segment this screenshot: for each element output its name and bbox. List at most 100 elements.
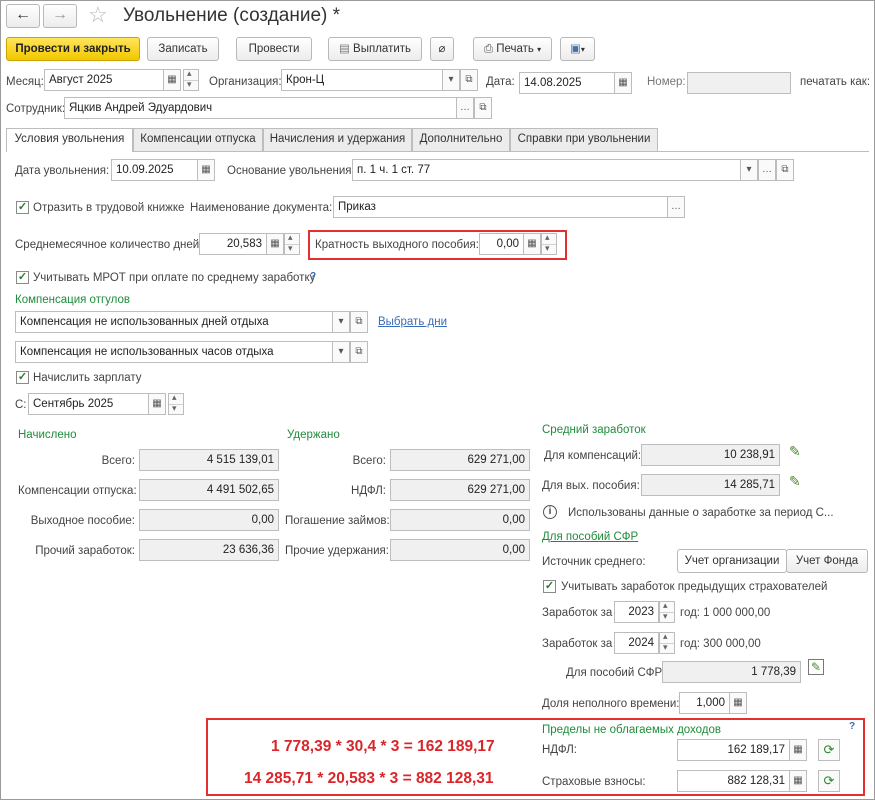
tab-dismissal-conditions[interactable]: Условия увольнения xyxy=(6,128,133,152)
sfr-benefits-link[interactable]: Для пособий СФР xyxy=(542,531,638,543)
edit-pencil-icon[interactable]: ✎ xyxy=(789,443,801,460)
year1-stepper[interactable] xyxy=(659,600,675,623)
tab-bar-divider xyxy=(6,151,869,152)
calculator-icon[interactable]: ▦ xyxy=(266,233,284,255)
month-stepper[interactable] xyxy=(183,68,199,91)
chevron-down-icon[interactable]: ▾ xyxy=(332,341,350,363)
chevron-down-icon: ▾ xyxy=(537,45,542,54)
attachment-icon[interactable]: ⌀ xyxy=(430,37,454,61)
edit-pencil-icon[interactable]: ✎ xyxy=(789,473,801,490)
accrued-severance-label: Выходное пособие: xyxy=(30,515,135,527)
month-field[interactable]: Август 2025 xyxy=(44,69,164,91)
tab-additional[interactable]: Дополнительно xyxy=(412,128,510,151)
year2-stepper[interactable] xyxy=(659,631,675,654)
avg-days-label: Среднемесячное количество дней: xyxy=(15,239,203,251)
post-and-close-button[interactable]: Провести и закрыть xyxy=(6,37,140,61)
accrued-severance-field: 0,00 xyxy=(139,509,279,531)
document-icon: ▤ xyxy=(338,43,350,55)
parttime-field[interactable]: 1,000 xyxy=(679,692,730,714)
open-icon[interactable]: ⧉ xyxy=(350,311,368,333)
ndfl-limit-field[interactable]: 162 189,17 xyxy=(677,739,790,761)
workbook-checkbox[interactable]: ✓ xyxy=(16,201,29,214)
earnings-for-label: Заработок за xyxy=(542,638,613,650)
tab-accruals-deductions[interactable]: Начисления и удержания xyxy=(263,128,412,151)
choose-days-link[interactable]: Выбрать дни xyxy=(378,316,447,328)
withheld-ndfl-label: НДФЛ: xyxy=(351,485,386,497)
info-icon: i xyxy=(543,505,557,519)
chevron-down-icon[interactable]: ▾ xyxy=(332,311,350,333)
accrued-vacation-field: 4 491 502,65 xyxy=(139,479,279,501)
info-text[interactable]: Использованы данные о заработке за перио… xyxy=(568,506,834,520)
calendar-icon[interactable]: ▦ xyxy=(163,69,181,91)
calculator-icon[interactable]: ▦ xyxy=(789,770,807,792)
insurance-limit-field[interactable]: 882 128,31 xyxy=(677,770,790,792)
chevron-down-icon[interactable]: ▾ xyxy=(740,159,758,181)
accrued-other-label: Прочий заработок: xyxy=(35,545,135,557)
from-month-field[interactable]: Сентябрь 2025 xyxy=(28,393,149,415)
print-button[interactable]: ⎙ Печать ▾ xyxy=(473,37,552,61)
accrue-salary-checkbox[interactable]: ✓ xyxy=(16,371,29,384)
open-icon[interactable]: ⧉ xyxy=(776,159,794,181)
open-icon[interactable]: ⧉ xyxy=(350,341,368,363)
multiplicity-stepper[interactable] xyxy=(541,232,557,255)
tab-certificates[interactable]: Справки при увольнении xyxy=(510,128,658,151)
post-button[interactable]: Провести xyxy=(236,37,312,61)
help-icon[interactable]: ? xyxy=(849,720,855,734)
open-icon[interactable]: ⧉ xyxy=(460,69,478,91)
doc-name-field[interactable]: Приказ xyxy=(333,196,668,218)
refresh-icon[interactable]: ⟳ xyxy=(818,770,840,792)
dismissal-date-field[interactable]: 10.09.2025 xyxy=(111,159,198,181)
for-severance-field: 14 285,71 xyxy=(641,474,780,496)
favorite-star-icon[interactable]: ☆ xyxy=(88,2,108,28)
limits-title: Пределы не облагаемых доходов xyxy=(542,724,722,736)
year1-field[interactable]: 2023 xyxy=(614,601,659,623)
number-field[interactable] xyxy=(687,72,791,94)
tab-vacation-compensation[interactable]: Компенсации отпуска xyxy=(133,128,263,151)
help-icon[interactable]: ? xyxy=(310,270,316,284)
prev-insurers-checkbox[interactable]: ✓ xyxy=(543,580,556,593)
select-ellipsis-icon[interactable]: … xyxy=(456,97,474,119)
employee-field[interactable]: Яцкив Андрей Эдуардович xyxy=(64,97,457,119)
select-ellipsis-icon[interactable]: … xyxy=(667,196,685,218)
compensation-hours-field[interactable]: Компенсация не использованных часов отды… xyxy=(15,341,333,363)
calculator-icon[interactable]: ▦ xyxy=(789,739,807,761)
formula-insurance-annotation: 14 285,71 * 20,583 * 3 = 882 128,31 xyxy=(244,770,494,787)
calendar-icon[interactable]: ▦ xyxy=(197,159,215,181)
chevron-down-icon[interactable]: ▾ xyxy=(442,69,460,91)
dismissal-date-label: Дата увольнения: xyxy=(15,165,110,177)
edit-pencil-icon[interactable]: ✎ xyxy=(808,659,824,675)
structure-menu-button[interactable]: ▣▾ xyxy=(560,37,595,61)
compensation-days-field[interactable]: Компенсация не использованных дней отдых… xyxy=(15,311,333,333)
save-button[interactable]: Записать xyxy=(147,37,219,61)
insurance-limit-label: Страховые взносы: xyxy=(542,776,646,788)
mrot-checkbox[interactable]: ✓ xyxy=(16,271,29,284)
source-fund-toggle[interactable]: Учет Фонда xyxy=(786,549,868,573)
basis-field[interactable]: п. 1 ч. 1 ст. 77 xyxy=(352,159,741,181)
page-title: Увольнение (создание) * xyxy=(123,5,341,26)
accrued-total-label: Всего: xyxy=(101,455,135,467)
workbook-label: Отразить в трудовой книжке xyxy=(33,202,185,214)
withheld-other-label: Прочие удержания: xyxy=(285,545,389,557)
select-ellipsis-icon[interactable]: … xyxy=(758,159,776,181)
open-icon[interactable]: ⧉ xyxy=(474,97,492,119)
multiplicity-field[interactable]: 0,00 xyxy=(479,233,524,255)
source-org-toggle[interactable]: Учет организации xyxy=(677,549,787,573)
from-month-stepper[interactable] xyxy=(168,392,184,415)
calculator-icon[interactable]: ▦ xyxy=(729,692,747,714)
organization-label: Организация: xyxy=(209,76,282,88)
back-arrow-icon[interactable]: ← xyxy=(6,4,40,28)
avg-days-stepper[interactable] xyxy=(284,232,300,255)
refresh-icon[interactable]: ⟳ xyxy=(818,739,840,761)
sfr-benefits-label: Для пособий СФР: xyxy=(566,667,666,679)
calendar-icon[interactable]: ▦ xyxy=(148,393,166,415)
compensation-title: Компенсация отгулов xyxy=(15,294,130,306)
pay-button-label: Выплатить xyxy=(353,43,412,55)
avg-days-field[interactable]: 20,583 xyxy=(199,233,267,255)
date-field[interactable]: 14.08.2025 xyxy=(519,72,615,94)
calculator-icon[interactable]: ▦ xyxy=(523,233,541,255)
calendar-icon[interactable]: ▦ xyxy=(614,72,632,94)
pay-button[interactable]: ▤ Выплатить xyxy=(328,37,422,61)
organization-field[interactable]: Крон-Ц xyxy=(281,69,443,91)
year2-field[interactable]: 2024 xyxy=(614,632,659,654)
forward-arrow-icon[interactable]: → xyxy=(43,4,77,28)
